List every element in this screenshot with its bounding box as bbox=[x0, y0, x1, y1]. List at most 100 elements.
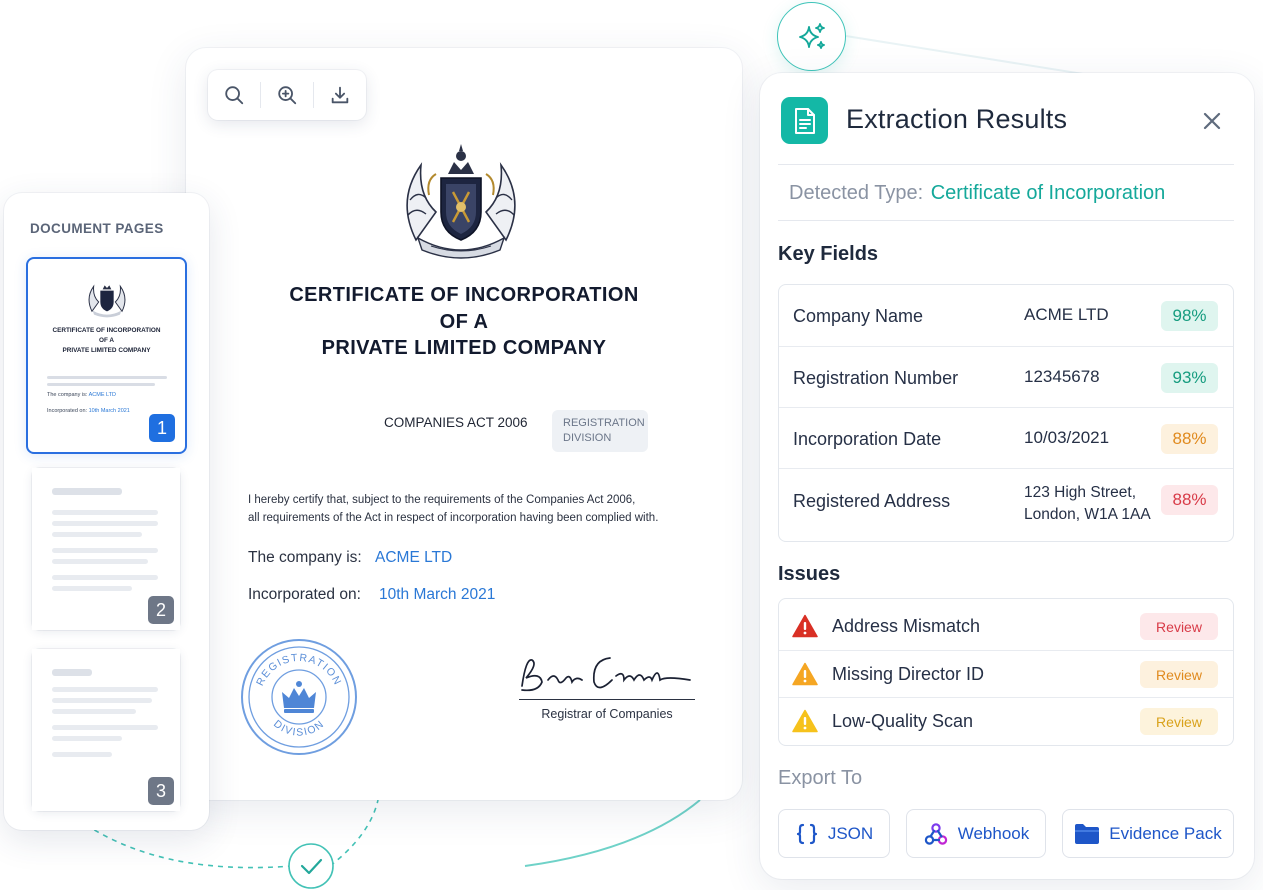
badge-line: REGISTRATION bbox=[563, 417, 645, 429]
extraction-results-panel: Extraction Results Detected Type: Certif… bbox=[760, 73, 1254, 879]
field-value: 10/03/2021 bbox=[1024, 427, 1109, 449]
warning-icon bbox=[792, 662, 818, 686]
thumbnail-text-line bbox=[52, 725, 158, 730]
certification-line: I hereby certify that, subject to the re… bbox=[248, 494, 636, 506]
page-number-badge: 2 bbox=[148, 596, 174, 624]
thumbnail-text-line bbox=[52, 586, 132, 591]
field-value-line: 10/03/2021 bbox=[1024, 428, 1110, 447]
field-label: Registered Address bbox=[793, 491, 951, 511]
zoom-in-button[interactable] bbox=[261, 70, 313, 120]
field-row-registered-address: Registered Address 123 High Street, Lond… bbox=[779, 468, 1233, 542]
thumbnail-incorporated-row: Incorporated on: 10th March 2021 bbox=[47, 408, 130, 414]
seal-text-bottom: DIVISION bbox=[271, 718, 325, 739]
registration-division-badge: REGISTRATION DIVISION bbox=[552, 410, 648, 452]
field-row-company-name: Company Name ACME LTD 98% bbox=[779, 285, 1233, 346]
page-sheet: 3 bbox=[32, 649, 180, 811]
export-label: Evidence Pack bbox=[1109, 823, 1222, 843]
registrar-signature bbox=[521, 657, 691, 692]
close-icon[interactable] bbox=[1200, 109, 1224, 133]
download-icon bbox=[331, 86, 349, 104]
thumbnail-text-line bbox=[47, 383, 155, 386]
search-icon bbox=[225, 86, 244, 105]
thumbnail-incorporated-value: 10th March 2021 bbox=[88, 408, 130, 414]
issues-list: Address Mismatch Review Missing Director… bbox=[778, 598, 1234, 746]
braces-icon bbox=[795, 822, 819, 846]
review-button[interactable]: Review bbox=[1140, 708, 1218, 735]
field-label: Company Name bbox=[793, 306, 924, 326]
signature-line bbox=[519, 699, 695, 700]
thumbnail-text-line bbox=[52, 510, 158, 515]
field-value: 123 High Street, London, W1A 1AA bbox=[1024, 482, 1151, 526]
field-value-line: 12345678 bbox=[1024, 367, 1100, 386]
incorporated-value: 10th March 2021 bbox=[379, 586, 496, 603]
certificate-title: CERTIFICATE OF INCORPORATION OF A PRIVAT… bbox=[186, 282, 742, 362]
export-evidence-pack-button[interactable]: Evidence Pack bbox=[1062, 809, 1234, 858]
field-row-incorporation-date: Incorporation Date 10/03/2021 88% bbox=[779, 407, 1233, 468]
confidence-badge: 98% bbox=[1161, 301, 1218, 331]
error-warning-icon bbox=[792, 614, 818, 638]
page-sheet: CERTIFICATE OF INCORPORATION OF A PRIVAT… bbox=[33, 264, 180, 447]
page-number-badge: 1 bbox=[149, 414, 175, 442]
issue-row: Missing Director ID Review bbox=[779, 650, 1233, 697]
svg-text:DIVISION: DIVISION bbox=[271, 718, 327, 739]
certificate-title-line: PRIVATE LIMITED COMPANY bbox=[321, 337, 607, 359]
company-row: The company is: ACME LTD bbox=[248, 549, 452, 567]
zoom-in-icon bbox=[278, 86, 297, 105]
certificate-title-line: OF A bbox=[439, 310, 489, 333]
export-json-button[interactable]: JSON bbox=[778, 809, 890, 858]
issue-row: Low-Quality Scan Review bbox=[779, 697, 1233, 744]
thumbnail-text-line bbox=[52, 559, 148, 564]
incorporated-row: Incorporated on: 10th March 2021 bbox=[248, 586, 495, 604]
issue-row: Address Mismatch Review bbox=[779, 603, 1233, 650]
document-icon bbox=[794, 107, 815, 134]
company-value: ACME LTD bbox=[375, 549, 453, 566]
detected-type-label: Detected Type: bbox=[789, 182, 924, 204]
signature-caption: Registrar of Companies bbox=[541, 707, 673, 721]
export-label: JSON bbox=[827, 823, 874, 843]
export-webhook-button[interactable]: Webhook bbox=[906, 809, 1046, 858]
field-value-line: London, W1A 1AA bbox=[1024, 506, 1151, 523]
document-pages-panel: DOCUMENT PAGES CERTIFICATE OF INCORPORAT… bbox=[4, 193, 209, 830]
page-thumbnail-3[interactable]: 3 bbox=[32, 649, 180, 811]
download-button[interactable] bbox=[314, 70, 366, 120]
search-button[interactable] bbox=[208, 70, 260, 120]
registration-seal: REGISTRATION DIVISION bbox=[241, 639, 357, 755]
thumbnail-company-value: ACME LTD bbox=[88, 392, 116, 398]
coat-of-arms-crest bbox=[406, 144, 516, 259]
ai-extract-button[interactable] bbox=[777, 2, 846, 71]
thumbnail-text-line bbox=[52, 752, 112, 757]
detected-type-value: Certificate of Incorporation bbox=[930, 182, 1166, 204]
thumbnail-heading-bar bbox=[52, 669, 92, 676]
review-button[interactable]: Review bbox=[1140, 661, 1218, 688]
thumbnail-text-line bbox=[52, 698, 152, 703]
issues-heading: Issues bbox=[778, 563, 841, 585]
field-row-registration-number: Registration Number 12345678 93% bbox=[779, 346, 1233, 407]
badge-line: DIVISION bbox=[563, 432, 612, 444]
webhook-icon bbox=[923, 821, 949, 847]
review-button[interactable]: Review bbox=[1140, 613, 1218, 640]
thumbnail-company-row: The company is: ACME LTD bbox=[47, 392, 116, 398]
confidence-badge: 93% bbox=[1161, 363, 1218, 393]
field-value-line: ACME LTD bbox=[1024, 305, 1109, 324]
issue-label: Address Mismatch bbox=[832, 616, 981, 636]
export-heading: Export To bbox=[778, 767, 863, 789]
page-thumbnail-1[interactable]: CERTIFICATE OF INCORPORATION OF A PRIVAT… bbox=[26, 257, 187, 454]
export-label: Webhook bbox=[957, 823, 1030, 843]
thumbnail-text-line bbox=[52, 687, 158, 692]
page-thumbnail-2[interactable]: 2 bbox=[32, 468, 180, 630]
confidence-badge: 88% bbox=[1161, 485, 1218, 515]
thumbnail-title-line: CERTIFICATE OF INCORPORATION bbox=[52, 327, 161, 334]
document-icon-badge bbox=[781, 97, 828, 144]
certificate-title-line: CERTIFICATE OF INCORPORATION bbox=[289, 284, 639, 306]
field-label: Registration Number bbox=[793, 368, 959, 388]
pages-heading: DOCUMENT PAGES bbox=[30, 221, 164, 236]
key-fields-heading: Key Fields bbox=[778, 243, 879, 265]
thumbnail-text-line bbox=[52, 548, 158, 553]
detected-divider bbox=[778, 220, 1234, 221]
field-value: 12345678 bbox=[1024, 366, 1100, 388]
companies-act: COMPANIES ACT 2006 bbox=[384, 415, 528, 430]
company-label: The company is: bbox=[248, 549, 362, 566]
issue-label: Low-Quality Scan bbox=[832, 711, 974, 731]
field-label: Incorporation Date bbox=[793, 429, 942, 449]
viewer-toolbar bbox=[208, 70, 366, 120]
